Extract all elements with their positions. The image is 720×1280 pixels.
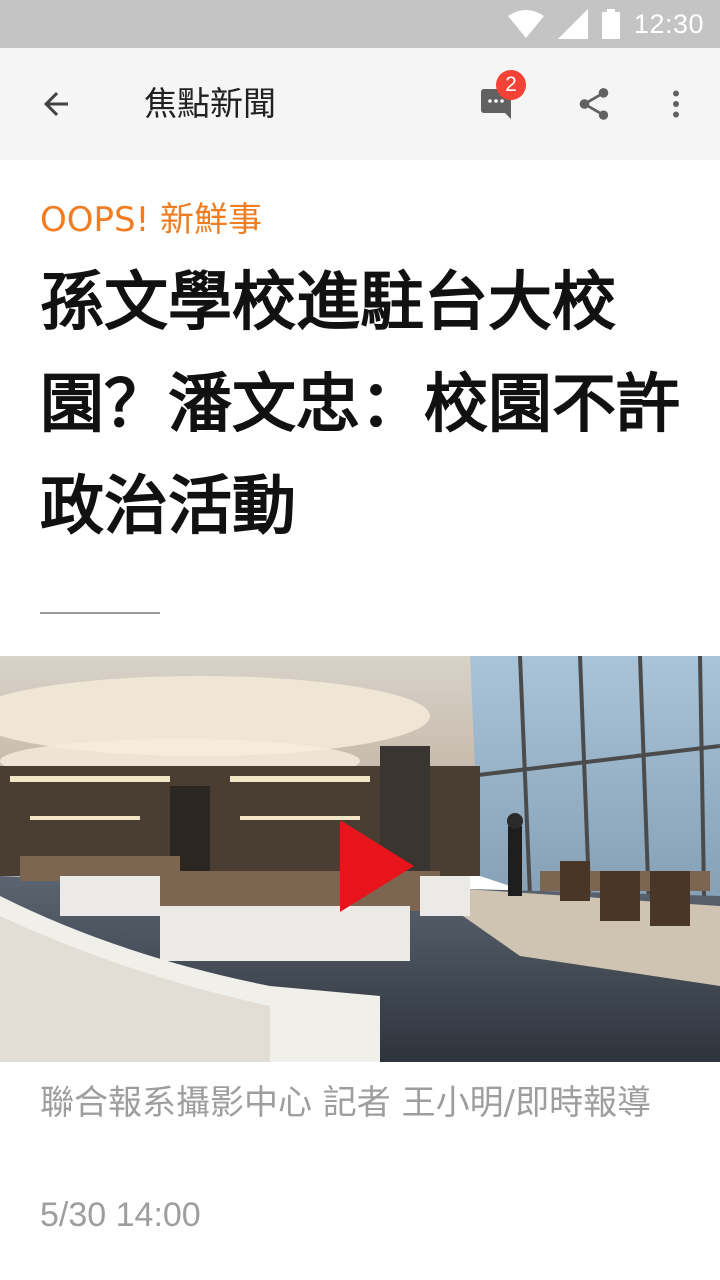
play-icon[interactable] xyxy=(340,820,414,912)
comment-count-badge: 2 xyxy=(496,70,526,100)
status-bar: 12:30 xyxy=(0,0,720,48)
wifi-icon xyxy=(507,10,544,38)
share-button[interactable] xyxy=(566,76,622,132)
headline-divider xyxy=(40,612,160,614)
status-time: 12:30 xyxy=(633,8,704,39)
article-video[interactable] xyxy=(0,656,720,1062)
article-timestamp: 5/30 14:00 xyxy=(40,1196,201,1234)
share-icon xyxy=(579,88,609,120)
article-category[interactable]: OOPS! 新鮮事 xyxy=(40,196,262,244)
more-options-button[interactable] xyxy=(650,76,702,132)
more-vert-icon xyxy=(673,90,679,118)
signal-icon xyxy=(557,9,588,39)
app-title: 焦點新聞 xyxy=(144,84,276,123)
back-button[interactable] xyxy=(28,76,84,132)
article-headline: 孫文學校進駐台大校園？潘文忠：校園不許政治活動 xyxy=(40,266,680,544)
status-icons: 12:30 xyxy=(507,0,704,48)
comments-button[interactable]: 2 xyxy=(468,70,528,136)
article-byline: 聯合報系攝影中心 記者 王小明/即時報導 xyxy=(40,1083,652,1123)
battery-icon xyxy=(601,9,620,39)
app-bar: 焦點新聞 2 xyxy=(0,48,720,160)
back-arrow-icon xyxy=(44,92,68,116)
